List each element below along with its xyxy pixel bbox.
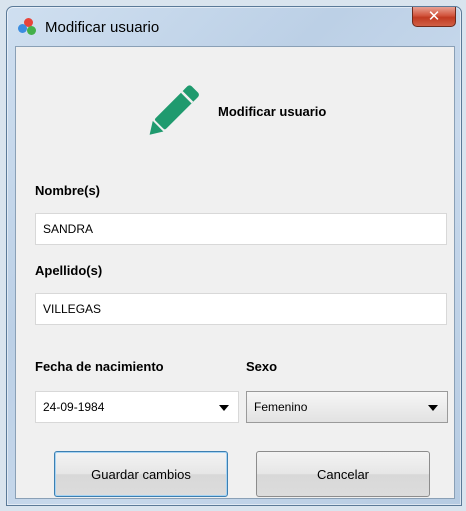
- window-title: Modificar usuario: [45, 19, 160, 36]
- dialog-header: Modificar usuario: [16, 47, 454, 157]
- header-title: Modificar usuario: [218, 104, 327, 119]
- fecha-value: 24-09-1984: [43, 400, 105, 414]
- fecha-label: Fecha de nacimiento: [35, 359, 164, 374]
- sexo-value: Femenino: [254, 400, 308, 414]
- close-button[interactable]: ✕: [412, 7, 456, 27]
- apellido-input[interactable]: VILLEGAS: [35, 293, 447, 325]
- pencil-icon: [149, 85, 199, 135]
- close-icon: ✕: [427, 7, 441, 25]
- nombre-label: Nombre(s): [35, 183, 101, 198]
- save-button[interactable]: Guardar cambios: [54, 451, 228, 497]
- app-icon: [18, 18, 38, 38]
- fecha-dropdown[interactable]: 24-09-1984: [35, 391, 239, 423]
- chevron-down-icon: [219, 405, 229, 411]
- chevron-down-icon: [428, 405, 438, 411]
- sexo-dropdown[interactable]: Femenino: [246, 391, 448, 423]
- dialog-content: Modificar usuario Nombre(s) SANDRA Apell…: [15, 46, 455, 499]
- dialog-window: Modificar usuario ✕ Modificar usuario No…: [6, 6, 462, 506]
- sexo-label: Sexo: [246, 359, 278, 374]
- apellido-label: Apellido(s): [35, 263, 103, 278]
- title-bar[interactable]: Modificar usuario ✕: [7, 7, 461, 39]
- nombre-input[interactable]: SANDRA: [35, 213, 447, 245]
- cancel-button[interactable]: Cancelar: [256, 451, 430, 497]
